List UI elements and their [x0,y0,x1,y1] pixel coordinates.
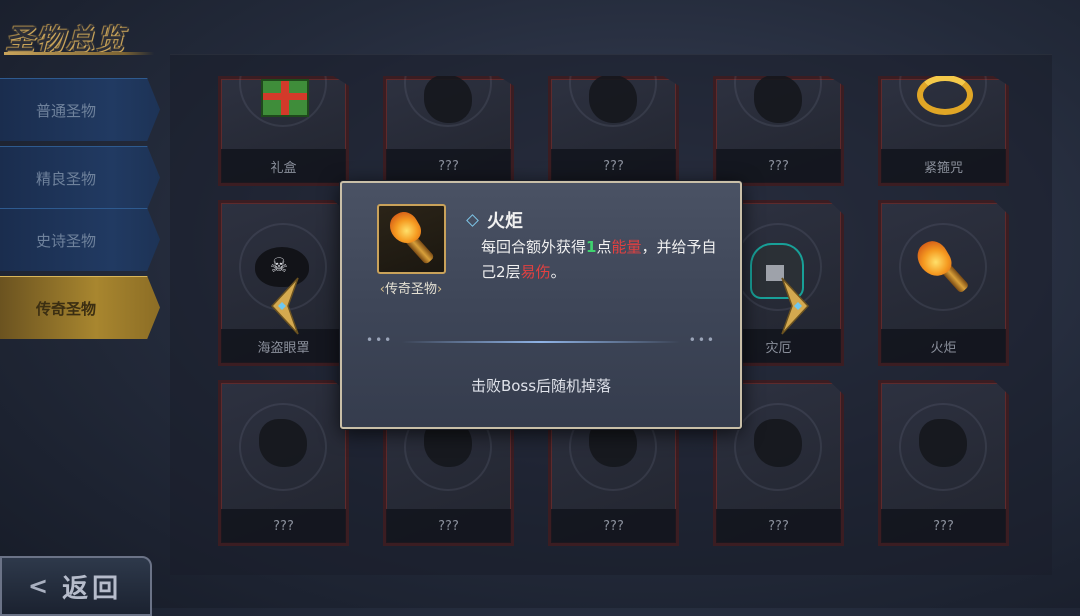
locked-relic-icon [589,76,637,123]
relic-label: ??? [386,149,511,183]
tab-epic[interactable]: 史诗圣物 [0,208,160,271]
relic-card-unknown[interactable]: ??? [878,380,1009,546]
relic-label: ??? [551,509,676,543]
relic-source: 击败Boss后随机掉落 [470,377,612,395]
screen-title-area: 圣物总览 [0,8,170,58]
relic-name: 火炬 [487,211,523,232]
chevron-left-icon [270,277,299,335]
tab-label: 精良圣物 [36,169,97,188]
popup-divider: ••• ••• [366,333,716,347]
golden-hoop-icon [917,76,973,115]
locked-relic-icon [424,76,472,123]
tab-rare[interactable]: 精良圣物 [0,146,160,209]
relic-label: ??? [716,509,841,543]
locked-relic-icon [919,419,967,467]
relic-card-unknown[interactable]: ??? [713,76,844,186]
relic-card-unknown[interactable]: ??? [383,76,514,186]
relic-card-torch[interactable]: 火炬 [878,200,1009,366]
relic-label: 火炬 [881,329,1006,363]
relic-detail-popup: ‹传奇圣物› 火炬 每回合额外获得1点能量，并给予自己2层易伤。 ••• •••… [340,181,742,429]
vulnerable-stacks: 2 [496,263,506,281]
title-underline [4,52,154,55]
next-relic-button[interactable] [780,276,810,336]
relic-description: 每回合额外获得1点能量，并给予自己2层易伤。 [481,238,717,281]
relic-label: ??? [386,509,511,543]
rarity-label: 传奇圣物 [384,282,437,297]
gift-box-icon [261,79,309,117]
relic-icon-frame [377,204,446,274]
relic-card-golden-hoop[interactable]: 紧箍咒 [878,76,1009,186]
keyword-energy: 能量 [611,238,642,256]
chevron-left-icon: < [28,572,49,600]
locked-relic-icon [754,419,802,467]
relic-label: ??? [716,149,841,183]
chevron-right-icon [781,277,810,335]
relic-card-unknown[interactable]: ??? [218,380,349,546]
tab-legendary[interactable]: 传奇圣物 [0,276,160,339]
back-label: 返回 [62,573,123,604]
keyword-vulnerable: 易伤 [520,263,551,281]
tab-label: 史诗圣物 [36,231,97,250]
locked-relic-icon [259,419,307,467]
tab-common[interactable]: 普通圣物 [0,78,160,141]
tab-label: 传奇圣物 [36,299,97,318]
relic-label: ??? [881,509,1006,543]
locked-relic-icon [754,76,802,123]
relic-card-unknown[interactable]: ??? [548,76,679,186]
relic-card-gift-box[interactable]: 礼盒 [218,76,349,186]
prev-relic-button[interactable] [270,276,300,336]
relic-label: ??? [221,509,346,543]
back-button[interactable]: < 返回 [0,556,152,616]
rarity-tag: ‹传奇圣物› [379,282,443,297]
relic-label: 礼盒 [221,149,346,183]
relic-name-row: 火炬 [466,207,523,233]
tab-label: 普通圣物 [36,101,97,120]
relic-label: 紧箍咒 [881,149,1006,183]
diamond-bullet-icon [466,213,479,227]
relic-label: ??? [551,149,676,183]
energy-amount: 1 [586,238,597,256]
